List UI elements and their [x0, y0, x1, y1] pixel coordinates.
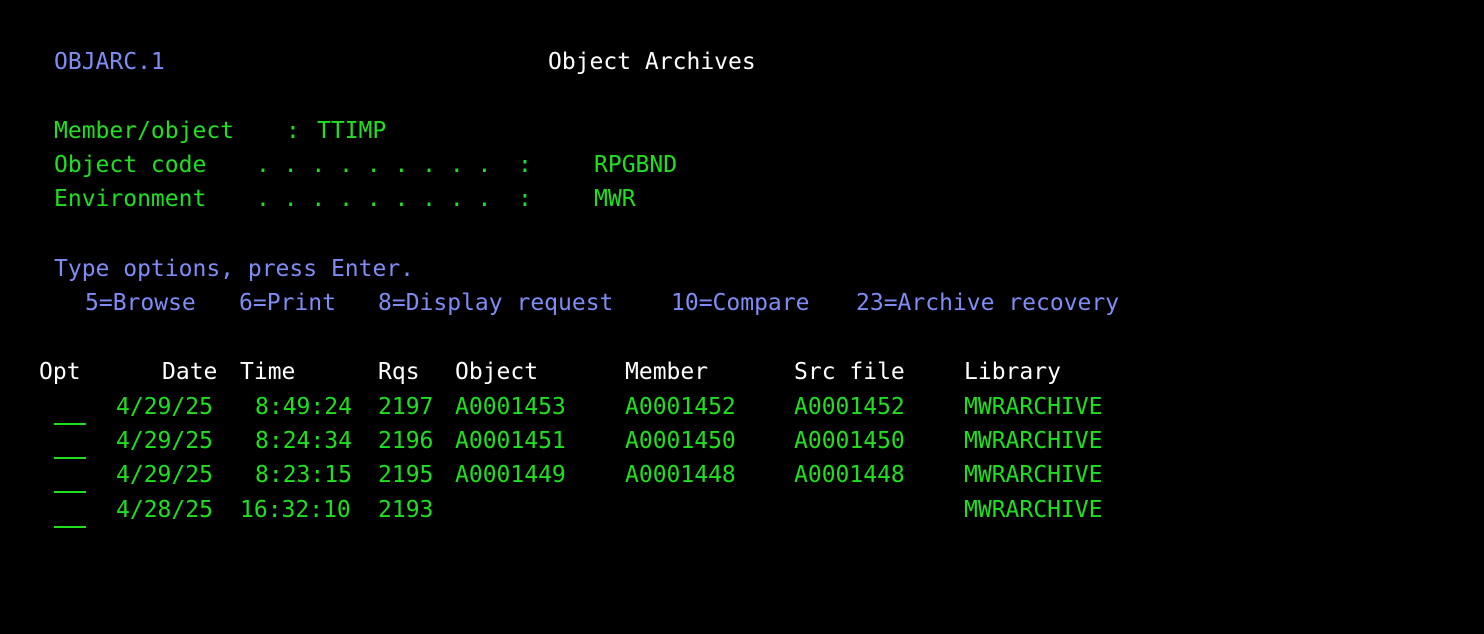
object-code-dots: . . . . . . . . .: [256, 152, 492, 178]
member-object-value: TTIMP: [317, 118, 387, 144]
row-library: MWRARCHIVE: [964, 462, 1103, 488]
row-member: A0001450: [625, 428, 736, 454]
row-src-file: A0001450: [794, 428, 905, 454]
row-src-file: A0001448: [794, 462, 905, 488]
option-display-request: 8=Display request: [378, 290, 614, 316]
row-rqs: 2195: [378, 462, 434, 488]
option-browse: 5=Browse: [85, 290, 196, 316]
instructions-prompt: Type options, press Enter.: [54, 256, 415, 282]
column-header-library: Library: [964, 359, 1061, 385]
row-rqs: 2197: [378, 394, 434, 420]
column-header-member: Member: [625, 359, 709, 385]
member-object-label: Member/object: [54, 118, 235, 144]
option-input[interactable]: [54, 502, 86, 528]
option-compare: 10=Compare: [671, 290, 810, 316]
option-input[interactable]: [54, 467, 86, 493]
row-member: A0001448: [625, 462, 736, 488]
row-time: 8:23:15: [255, 462, 352, 488]
column-header-rqs: Rqs: [378, 359, 420, 385]
row-rqs: 2196: [378, 428, 434, 454]
row-time: 16:32:10: [240, 497, 351, 523]
row-date: 4/28/25: [116, 497, 213, 523]
environment-label: Environment: [54, 186, 207, 212]
environment-sep: :: [518, 186, 532, 212]
column-header-time: Time: [240, 359, 296, 385]
row-object: A0001449: [455, 462, 566, 488]
row-library: MWRARCHIVE: [964, 428, 1103, 454]
program-id: OBJARC.1: [54, 49, 165, 75]
row-time: 8:24:34: [255, 428, 352, 454]
option-input[interactable]: [54, 399, 86, 425]
member-object-sep: :: [286, 118, 300, 144]
column-header-opt: Opt: [39, 359, 81, 385]
object-code-value: RPGBND: [594, 152, 678, 178]
option-print: 6=Print: [239, 290, 336, 316]
row-object: A0001453: [455, 394, 566, 420]
object-code-sep: :: [518, 152, 532, 178]
option-archive-recovery: 23=Archive recovery: [856, 290, 1120, 316]
column-header-object: Object: [455, 359, 539, 385]
row-date: 4/29/25: [116, 462, 213, 488]
option-input[interactable]: [54, 433, 86, 459]
row-library: MWRARCHIVE: [964, 394, 1103, 420]
environment-value: MWR: [594, 186, 636, 212]
column-header-date: Date: [162, 359, 218, 385]
row-member: A0001452: [625, 394, 736, 420]
row-date: 4/29/25: [116, 394, 213, 420]
row-time: 8:49:24: [255, 394, 352, 420]
row-src-file: A0001452: [794, 394, 905, 420]
object-code-label: Object code: [54, 152, 207, 178]
row-date: 4/29/25: [116, 428, 213, 454]
row-rqs: 2193: [378, 497, 434, 523]
page-title: Object Archives: [548, 49, 756, 75]
environment-dots: . . . . . . . . .: [256, 186, 492, 212]
column-header-src-file: Src file: [794, 359, 905, 385]
row-library: MWRARCHIVE: [964, 497, 1103, 523]
row-object: A0001451: [455, 428, 566, 454]
